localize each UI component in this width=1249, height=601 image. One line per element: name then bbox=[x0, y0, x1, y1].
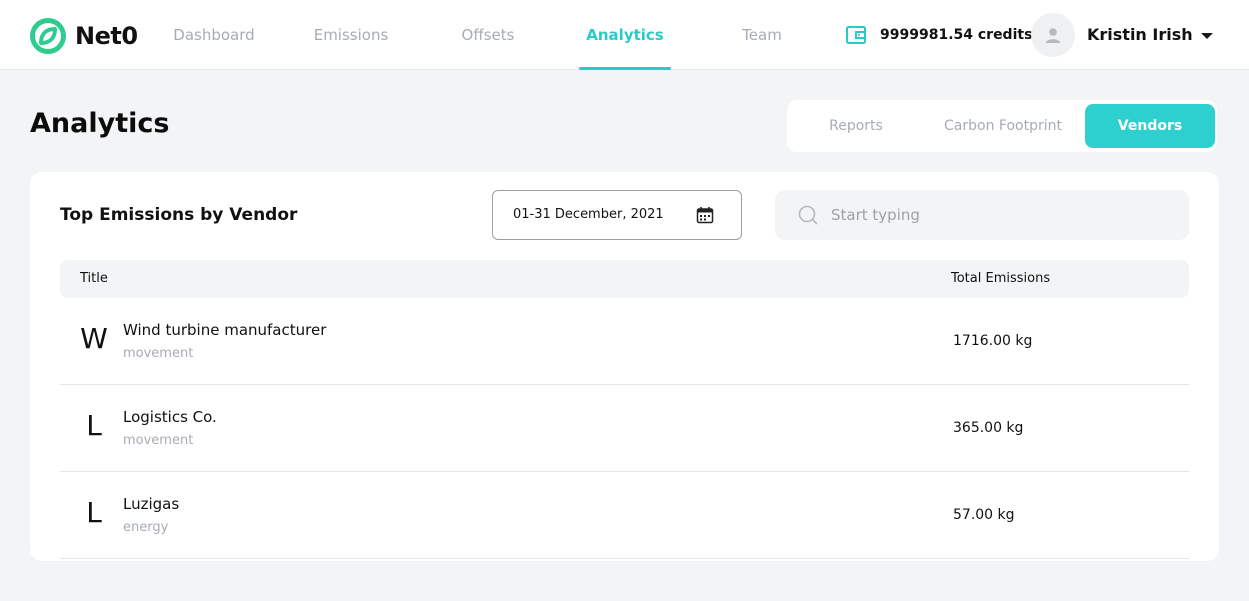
avatar[interactable] bbox=[1031, 13, 1075, 57]
vendor-category: movement bbox=[123, 346, 194, 361]
credits-amount: 9999981.54 credits bbox=[880, 27, 1033, 43]
search-box bbox=[775, 190, 1189, 240]
segment-vendors[interactable]: Vendors bbox=[1085, 104, 1215, 148]
vendor-emissions-card: Top Emissions by Vendor 01-31 December, … bbox=[30, 172, 1219, 561]
vendor-title: Luzigas bbox=[123, 495, 180, 513]
vendor-initial: L bbox=[86, 496, 102, 529]
vendor-initial: W bbox=[80, 322, 108, 355]
vendor-total-emissions: 365.00 kg bbox=[953, 420, 1024, 436]
vendor-title: Logistics Co. bbox=[123, 408, 217, 426]
nav-tab-offsets[interactable]: Offsets bbox=[436, 0, 540, 70]
nav-tab-dashboard[interactable]: Dashboard bbox=[162, 0, 266, 70]
table-row[interactable]: L Luzigas energy 57.00 kg bbox=[60, 472, 1189, 559]
table-row[interactable]: L Logistics Co. movement 365.00 kg bbox=[60, 385, 1189, 472]
brand-name: Net0 bbox=[75, 22, 138, 50]
date-range-picker[interactable]: 01-31 December, 2021 bbox=[492, 190, 742, 240]
column-header-title[interactable]: Title bbox=[80, 271, 108, 286]
segment-carbon-footprint[interactable]: Carbon Footprint bbox=[927, 104, 1079, 148]
nav-tab-analytics-label: Analytics bbox=[586, 26, 664, 44]
brand-logo[interactable]: Net0 bbox=[29, 17, 138, 55]
search-icon bbox=[798, 205, 818, 225]
caret-down-icon[interactable] bbox=[1199, 31, 1215, 41]
vendor-category: energy bbox=[123, 520, 169, 535]
column-header-total-emissions[interactable]: Total Emissions bbox=[951, 271, 1050, 286]
table-header: Title Total Emissions bbox=[60, 260, 1189, 298]
active-tab-indicator bbox=[579, 67, 671, 70]
search-input[interactable] bbox=[831, 200, 1171, 230]
vendor-category: movement bbox=[123, 433, 194, 448]
segment-reports[interactable]: Reports bbox=[797, 104, 915, 148]
credits-balance: 9999981.54 credits bbox=[845, 24, 1032, 46]
vendor-initial: L bbox=[86, 409, 102, 442]
calendar-icon bbox=[696, 207, 714, 224]
table-row[interactable]: W Wind turbine manufacturer movement 171… bbox=[60, 298, 1189, 385]
vendor-total-emissions: 57.00 kg bbox=[953, 507, 1015, 523]
card-title: Top Emissions by Vendor bbox=[60, 205, 298, 225]
nav-tab-analytics[interactable]: Analytics bbox=[579, 0, 671, 70]
nav-tab-emissions[interactable]: Emissions bbox=[299, 0, 403, 70]
top-navigation-bar: Net0 Dashboard Emissions Offsets Analyti… bbox=[0, 0, 1249, 70]
vendor-total-emissions: 1716.00 kg bbox=[953, 333, 1033, 349]
nav-tab-team[interactable]: Team bbox=[710, 0, 814, 70]
net0-logo-icon bbox=[30, 18, 66, 54]
page-title: Analytics bbox=[30, 108, 170, 139]
user-icon bbox=[1046, 28, 1060, 43]
date-range-value: 01-31 December, 2021 bbox=[513, 207, 664, 222]
vendor-title: Wind turbine manufacturer bbox=[123, 321, 327, 339]
user-name[interactable]: Kristin Irish bbox=[1087, 25, 1193, 44]
wallet-icon bbox=[846, 26, 866, 44]
analytics-view-switcher: Reports Carbon Footprint Vendors bbox=[787, 100, 1217, 152]
